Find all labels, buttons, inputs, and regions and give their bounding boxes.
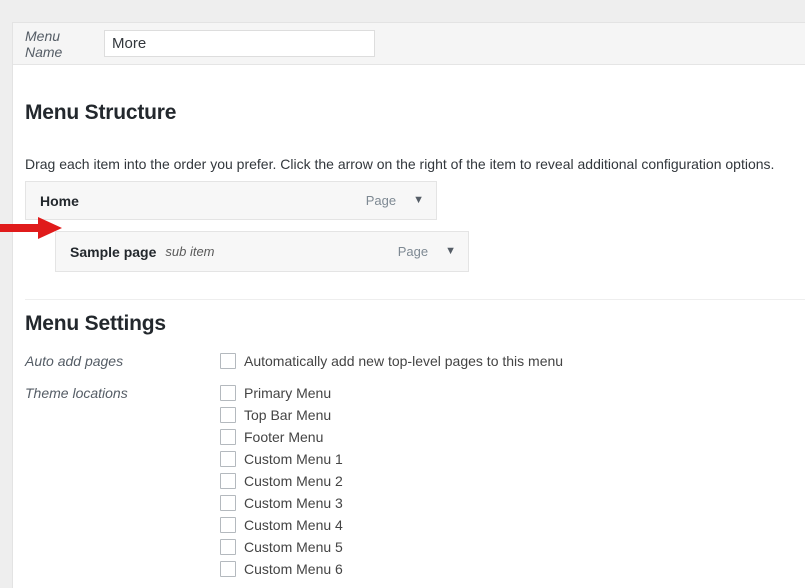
theme-location-label: Custom Menu 1 — [244, 451, 343, 467]
theme-location-option[interactable]: Primary Menu — [220, 382, 805, 404]
menu-editor-panel: Menu Name Menu Structure Drag each item … — [12, 22, 805, 588]
checkbox-icon[interactable] — [220, 429, 236, 445]
theme-locations-row: Theme locations Primary Menu Top Bar Men… — [13, 382, 805, 580]
menu-name-input[interactable] — [104, 30, 375, 57]
menu-item-title: Home — [40, 192, 79, 209]
theme-location-label: Custom Menu 4 — [244, 517, 343, 533]
checkbox-icon[interactable] — [220, 495, 236, 511]
menu-structure-heading: Menu Structure — [25, 101, 177, 124]
checkbox-icon[interactable] — [220, 451, 236, 467]
auto-add-pages-checkbox-row[interactable]: Automatically add new top-level pages to… — [220, 350, 805, 372]
checkbox-icon[interactable] — [220, 407, 236, 423]
theme-location-option[interactable]: Custom Menu 6 — [220, 558, 805, 580]
theme-location-option[interactable]: Custom Menu 1 — [220, 448, 805, 470]
checkbox-icon[interactable] — [220, 517, 236, 533]
menu-item-type-label: Page — [365, 193, 397, 208]
menu-name-label: Menu Name — [25, 27, 63, 60]
theme-location-option[interactable]: Custom Menu 2 — [220, 470, 805, 492]
theme-location-label: Top Bar Menu — [244, 407, 332, 423]
wordpress-menus-screen: Menu Name Menu Structure Drag each item … — [0, 0, 805, 588]
theme-location-label: Custom Menu 6 — [244, 561, 343, 577]
menu-settings-table: Auto add pages Automatically add new top… — [13, 350, 805, 580]
menu-item-sample-page[interactable]: Sample page sub item Page ▼ — [55, 231, 469, 272]
settings-row-spacer — [13, 372, 805, 382]
auto-add-pages-fields: Automatically add new top-level pages to… — [220, 350, 805, 372]
theme-location-label: Custom Menu 2 — [244, 473, 343, 489]
checkbox-icon[interactable] — [220, 385, 236, 401]
checkbox-icon[interactable] — [220, 353, 236, 369]
menu-structure-description: Drag each item into the order you prefer… — [25, 156, 775, 172]
chevron-down-icon[interactable]: ▼ — [413, 195, 424, 206]
chevron-down-icon[interactable]: ▼ — [445, 246, 456, 257]
menu-name-bar: Menu Name — [13, 23, 805, 65]
theme-location-option[interactable]: Custom Menu 4 — [220, 514, 805, 536]
menu-item-sub-label: sub item — [165, 244, 215, 259]
theme-location-option[interactable]: Footer Menu — [220, 426, 805, 448]
theme-location-label: Primary Menu — [244, 385, 332, 401]
checkbox-icon[interactable] — [220, 561, 236, 577]
theme-location-option[interactable]: Top Bar Menu — [220, 404, 805, 426]
menu-settings-heading: Menu Settings — [25, 312, 166, 335]
auto-add-pages-label: Auto add pages — [25, 353, 124, 369]
menu-item-meta: Page ▼ — [398, 244, 456, 259]
menu-item-title: Sample page — [70, 243, 157, 260]
theme-location-option[interactable]: Custom Menu 3 — [220, 492, 805, 514]
section-divider — [25, 299, 805, 300]
theme-location-label: Footer Menu — [244, 429, 324, 445]
theme-locations-fields: Primary Menu Top Bar Menu Footer Menu Cu… — [220, 382, 805, 580]
checkbox-icon[interactable] — [220, 473, 236, 489]
menu-item-home[interactable]: Home Page ▼ — [25, 181, 437, 220]
menu-item-type-label: Page — [397, 244, 429, 259]
theme-location-option[interactable]: Custom Menu 5 — [220, 536, 805, 558]
theme-location-label: Custom Menu 3 — [244, 495, 343, 511]
auto-add-pages-checkbox-label: Automatically add new top-level pages to… — [244, 353, 564, 369]
auto-add-pages-row: Auto add pages Automatically add new top… — [13, 350, 805, 372]
menu-item-meta: Page ▼ — [366, 193, 424, 208]
checkbox-icon[interactable] — [220, 539, 236, 555]
theme-locations-label: Theme locations — [25, 385, 128, 401]
menu-editor-body: Menu Structure Drag each item into the o… — [13, 66, 805, 588]
theme-location-label: Custom Menu 5 — [244, 539, 343, 555]
